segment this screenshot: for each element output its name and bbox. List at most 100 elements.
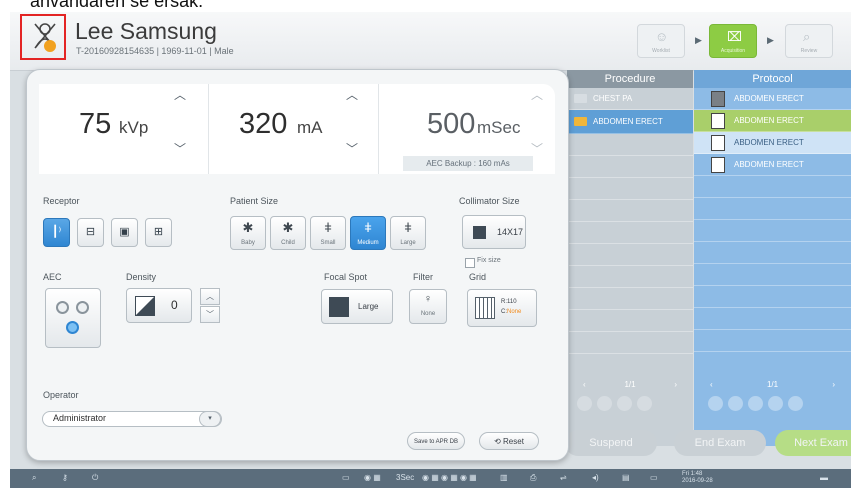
move-up-icon[interactable] xyxy=(617,396,632,411)
fix-size-checkbox[interactable] xyxy=(465,258,475,268)
aec-backup-label: AEC Backup : 160 mAs xyxy=(403,156,533,171)
wall-stand-icon: ┃⁾ xyxy=(51,226,62,238)
search-icon[interactable]: ⌕ xyxy=(32,473,36,483)
ma-down-icon[interactable]: ﹀ xyxy=(346,140,358,157)
aec-left-chamber-icon[interactable] xyxy=(56,301,69,314)
printer-icon[interactable]: ⎙ xyxy=(530,473,536,483)
key-icon[interactable]: ⚷ xyxy=(62,473,68,482)
volume-icon[interactable]: ◂) xyxy=(592,473,599,482)
move-down-icon[interactable] xyxy=(768,396,783,411)
kvp-up-icon[interactable]: ︿ xyxy=(174,86,186,103)
protocol-empty-row xyxy=(694,198,851,220)
end-exam-button[interactable]: End Exam xyxy=(674,430,766,456)
protocol-item[interactable]: ABDOMEN ERECT xyxy=(694,110,851,132)
procedure-empty-row xyxy=(567,156,693,178)
add-icon[interactable] xyxy=(708,396,723,411)
procedure-item-label: CHEST PA xyxy=(593,94,633,103)
patient-size-label: Patient Size xyxy=(230,196,279,206)
collimator-size-button[interactable]: 14X17 xyxy=(462,215,526,249)
procedure-list: Procedure CHEST PA ABDOMEN ERECT ‹ 1/1 › xyxy=(567,70,693,446)
patient-size-baby-button[interactable]: ✱ Baby xyxy=(230,216,266,250)
operator-select[interactable]: Administrator ▾ xyxy=(42,411,222,427)
operator-value: Administrator xyxy=(53,413,107,423)
add-icon[interactable] xyxy=(577,396,592,411)
review-step-button[interactable]: ⌕ Review xyxy=(785,24,833,58)
aec-center-chamber-icon[interactable] xyxy=(66,321,79,334)
fix-size-label: Fix size xyxy=(477,257,501,264)
receptor-free-button[interactable]: ⊞ xyxy=(145,218,172,247)
procedure-empty-row xyxy=(567,178,693,200)
patient-status-button[interactable] xyxy=(20,14,66,60)
procedure-empty-row xyxy=(567,222,693,244)
power-icon[interactable]: ⏻ xyxy=(92,473,98,483)
ma-unit: mA xyxy=(297,118,323,137)
chevron-right-icon: ▶ xyxy=(767,35,774,45)
procedure-empty-row xyxy=(567,310,693,332)
patient-size-large-label: Large xyxy=(400,240,416,246)
filter-button[interactable]: ♀ None xyxy=(409,289,447,324)
folder-icon xyxy=(574,94,587,103)
protocol-empty-row xyxy=(694,176,851,198)
brand-logo-icon: ▬ xyxy=(820,473,828,482)
acquisition-app: Lee Samsung T-20160928154635 | 1969-11-0… xyxy=(10,12,851,488)
next-exam-button[interactable]: Next Exam xyxy=(775,430,851,456)
suspend-button[interactable]: Suspend xyxy=(565,430,657,456)
edit-icon[interactable] xyxy=(788,396,803,411)
move-down-icon[interactable] xyxy=(637,396,652,411)
chevron-right-icon: ▶ xyxy=(695,35,702,45)
receptor-table-button[interactable]: ⊟ xyxy=(77,218,104,247)
xray-thumbnail-icon xyxy=(711,135,725,151)
receptor-portable-button[interactable]: ▣ xyxy=(111,218,138,247)
move-up-icon[interactable] xyxy=(748,396,763,411)
density-up-button[interactable]: ︿ xyxy=(200,288,220,305)
kvp-down-icon[interactable]: ﹀ xyxy=(174,140,186,157)
save-to-apr-db-button[interactable]: Save to APR DB xyxy=(407,432,465,450)
battery-icon: ▥ xyxy=(500,473,508,482)
patient-size-small-button[interactable]: ǂ Small xyxy=(310,216,346,250)
protocol-empty-row xyxy=(694,286,851,308)
receptor-wall-stand-button[interactable]: ┃⁾ xyxy=(43,218,70,247)
procedure-item[interactable]: CHEST PA xyxy=(567,88,693,110)
network-icon[interactable]: ⇌ xyxy=(560,473,567,482)
procedure-empty-row xyxy=(567,332,693,354)
procedure-header: Procedure xyxy=(567,70,693,88)
ma-up-icon[interactable]: ︿ xyxy=(346,86,358,103)
monitor-icon[interactable]: ▭ xyxy=(342,473,350,482)
clock: Fri 1:48 2016-09-28 xyxy=(682,471,713,485)
density-down-button[interactable]: ﹀ xyxy=(200,306,220,323)
patient-size-medium-label: Medium xyxy=(357,240,379,246)
focal-spot-button[interactable]: Large xyxy=(321,289,393,324)
reset-button[interactable]: ⟲ Reset xyxy=(479,432,539,450)
prev-page-icon[interactable]: ‹ xyxy=(710,376,713,394)
protocol-item[interactable]: ABDOMEN ERECT xyxy=(694,154,851,176)
prev-page-icon[interactable]: ‹ xyxy=(583,376,586,394)
grid-button[interactable]: R:110 C:None xyxy=(467,289,537,327)
procedure-empty-row xyxy=(567,288,693,310)
protocol-item-selected[interactable]: ABDOMEN ERECT xyxy=(694,132,851,154)
msec-down-icon[interactable]: ﹀ xyxy=(531,140,543,157)
density-label: Density xyxy=(126,272,157,282)
worklist-step-button[interactable]: ☺ Worklist xyxy=(637,24,685,58)
acquisition-step-button[interactable]: ⌧ Acquisition xyxy=(709,24,757,58)
grid-center-value: None xyxy=(507,309,522,315)
protocol-empty-row xyxy=(694,330,851,352)
patient-size-child-button[interactable]: ✱ Child xyxy=(270,216,306,250)
next-page-icon[interactable]: › xyxy=(674,376,677,394)
protocol-tools xyxy=(708,396,808,416)
procedure-item-selected[interactable]: ABDOMEN ERECT xyxy=(567,110,693,134)
person-group-icon: ☺ xyxy=(655,29,669,44)
aec-chamber-selector[interactable] xyxy=(45,288,101,348)
xray-thumbnail-icon xyxy=(711,157,725,173)
clock-time: Fri 1:48 xyxy=(682,471,703,477)
child-icon: ✱ xyxy=(282,220,294,235)
msec-up-icon[interactable]: ︿ xyxy=(531,86,543,103)
next-page-icon[interactable]: › xyxy=(832,376,835,394)
remove-icon[interactable] xyxy=(728,396,743,411)
protocol-item[interactable]: ABDOMEN ERECT xyxy=(694,88,851,110)
procedure-empty-row xyxy=(567,266,693,288)
ma-value: 320 xyxy=(239,108,288,140)
remove-icon[interactable] xyxy=(597,396,612,411)
aec-right-chamber-icon[interactable] xyxy=(76,301,89,314)
patient-size-medium-button[interactable]: ǂ Medium xyxy=(350,216,386,250)
patient-size-large-button[interactable]: ǂ Large xyxy=(390,216,426,250)
